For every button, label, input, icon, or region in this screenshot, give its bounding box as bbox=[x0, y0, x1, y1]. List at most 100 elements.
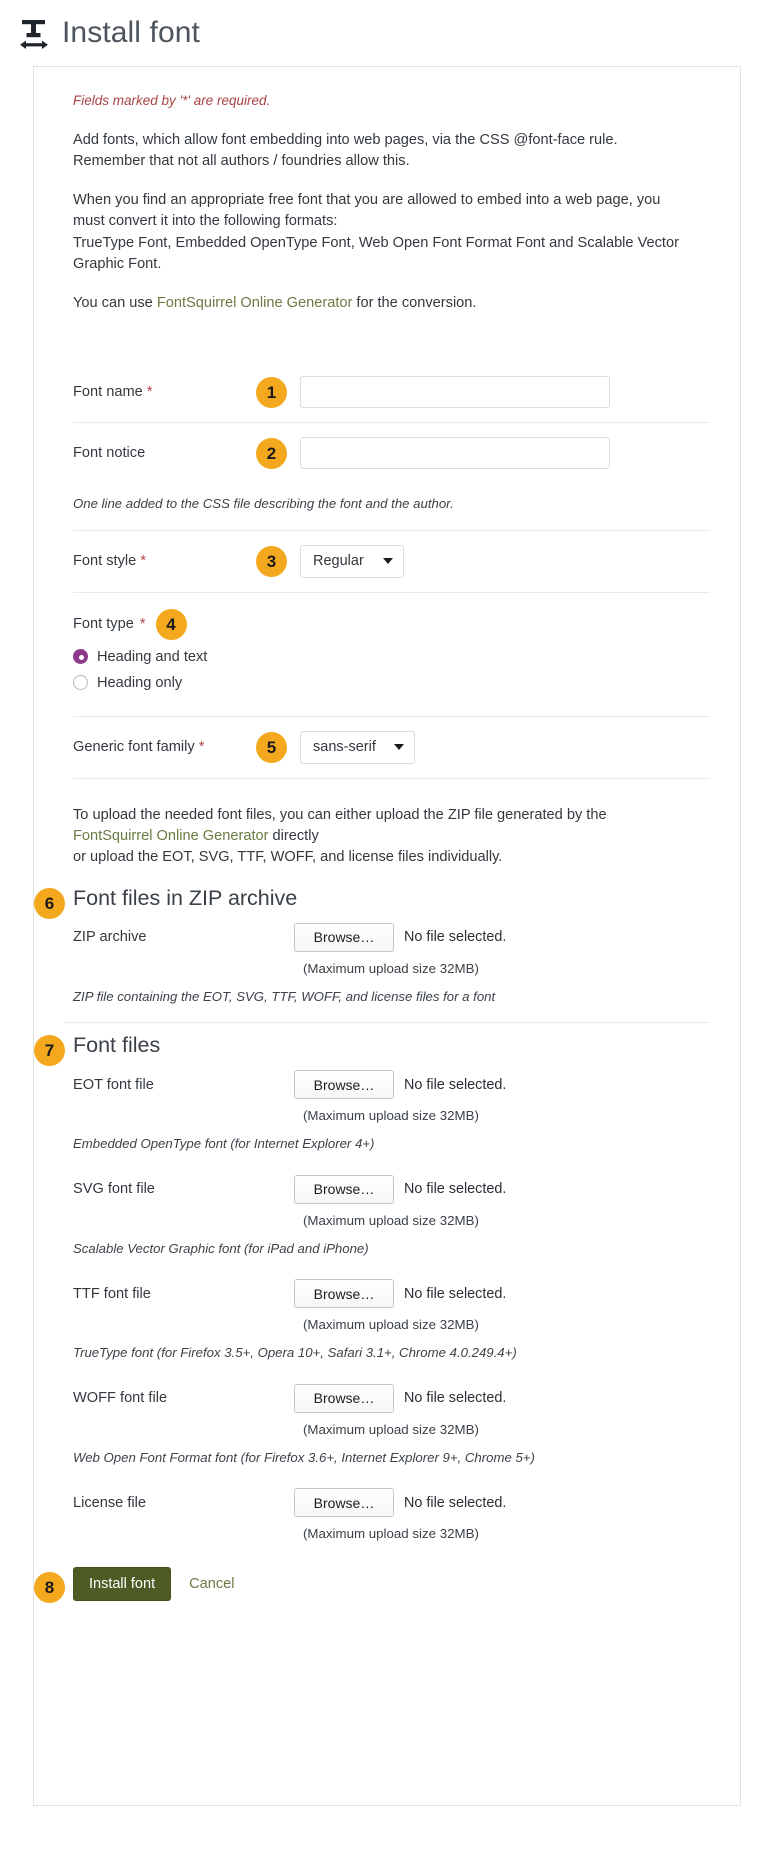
form-row-font-style: Font style * 3 Regular bbox=[64, 531, 710, 592]
font-files-section-heading: 7 Font files bbox=[73, 1033, 710, 1059]
badge-5: 5 bbox=[256, 732, 287, 763]
intro-p1-line2: Remember that not all authors / foundrie… bbox=[73, 153, 410, 169]
upload-intro-line2-suffix: directly bbox=[269, 828, 319, 844]
license-file-status: No file selected. bbox=[404, 1495, 506, 1511]
upload-intro-line1: To upload the needed font files, you can… bbox=[73, 807, 607, 823]
woff-help: Web Open Font Format font (for Firefox 3… bbox=[73, 1449, 710, 1467]
zip-section-heading: 6 Font files in ZIP archive bbox=[73, 886, 710, 912]
font-type-label: Font type * 4 bbox=[64, 593, 710, 640]
license-browse-button[interactable]: Browse… bbox=[294, 1488, 394, 1517]
install-font-card: Fields marked by '*' are required. Add f… bbox=[33, 66, 741, 1806]
font-name-label: Font name * bbox=[64, 384, 264, 400]
radio-label-heading-and-text: Heading and text bbox=[97, 649, 207, 665]
file-row-svg: SVG font file Browse… No file selected. bbox=[64, 1170, 710, 1209]
font-name-input[interactable] bbox=[300, 376, 610, 408]
woff-font-file-label: WOFF font file bbox=[64, 1390, 294, 1406]
fontsquirrel-generator-link[interactable]: FontSquirrel Online Generator bbox=[157, 295, 353, 311]
required-fields-note: Fields marked by '*' are required. bbox=[73, 93, 710, 108]
eot-file-status: No file selected. bbox=[404, 1077, 506, 1093]
intro-paragraph-1: Add fonts, which allow font embedding in… bbox=[73, 130, 710, 172]
font-notice-help: One line added to the CSS file describin… bbox=[73, 495, 710, 513]
file-row-zip-archive: ZIP archive Browse… No file selected. bbox=[64, 918, 710, 957]
file-row-license: License file Browse… No file selected. bbox=[64, 1483, 710, 1522]
form-row-font-notice: Font notice 2 bbox=[64, 423, 710, 483]
form-group-font-type: Font type * 4 Heading and text Heading o… bbox=[64, 593, 710, 716]
intro-p3-prefix: You can use bbox=[73, 295, 157, 311]
woff-browse-button[interactable]: Browse… bbox=[294, 1384, 394, 1413]
intro-p2-line4: Graphic Font. bbox=[73, 256, 161, 272]
file-row-woff: WOFF font file Browse… No file selected. bbox=[64, 1379, 710, 1418]
svg-font-file-label: SVG font file bbox=[64, 1181, 294, 1197]
ttf-help: TrueType font (for Firefox 3.5+, Opera 1… bbox=[73, 1344, 710, 1362]
ttf-file-status: No file selected. bbox=[404, 1286, 506, 1302]
zip-archive-file-status: No file selected. bbox=[404, 929, 506, 945]
badge-3: 3 bbox=[256, 546, 287, 577]
badge-8: 8 bbox=[34, 1572, 65, 1603]
radio-indicator-unchecked[interactable] bbox=[73, 675, 88, 690]
generic-font-family-label-text: Generic font family bbox=[73, 739, 195, 755]
page-header: Install font bbox=[0, 0, 761, 58]
intro-paragraph-3: You can use FontSquirrel Online Generato… bbox=[73, 293, 710, 314]
form-row-generic-font-family: Generic font family * 5 sans-serif bbox=[64, 717, 710, 778]
font-style-label-text: Font style bbox=[73, 553, 136, 569]
intro-p2-line3: TrueType Font, Embedded OpenType Font, W… bbox=[73, 235, 679, 251]
font-name-required-marker: * bbox=[147, 384, 153, 400]
eot-font-file-label: EOT font file bbox=[64, 1077, 294, 1093]
eot-maxsize-note: (Maximum upload size 32MB) bbox=[303, 1108, 710, 1123]
ttf-font-file-label: TTF font file bbox=[64, 1286, 294, 1302]
cancel-link[interactable]: Cancel bbox=[189, 1576, 234, 1592]
intro-paragraph-2: When you find an appropriate free font t… bbox=[73, 190, 710, 275]
file-row-ttf: TTF font file Browse… No file selected. bbox=[64, 1274, 710, 1313]
divider-6 bbox=[64, 1022, 710, 1023]
generic-font-family-label: Generic font family * bbox=[64, 739, 264, 755]
eot-help: Embedded OpenType font (for Internet Exp… bbox=[73, 1135, 710, 1153]
upload-intro-paragraph: To upload the needed font files, you can… bbox=[73, 805, 710, 868]
font-style-selected-value: Regular bbox=[313, 553, 364, 569]
install-font-button[interactable]: Install font bbox=[73, 1567, 171, 1601]
font-type-label-text: Font type bbox=[73, 616, 134, 632]
svg-help: Scalable Vector Graphic font (for iPad a… bbox=[73, 1240, 710, 1258]
intro-p2-line2: must convert it into the following forma… bbox=[73, 213, 337, 229]
chevron-down-icon bbox=[383, 558, 393, 564]
ttf-browse-button[interactable]: Browse… bbox=[294, 1279, 394, 1308]
page-title: Install font bbox=[62, 18, 200, 51]
upload-intro-line3: or upload the EOT, SVG, TTF, WOFF, and l… bbox=[73, 849, 502, 865]
zip-section-heading-text: Font files in ZIP archive bbox=[73, 886, 297, 910]
generic-font-family-selected-value: sans-serif bbox=[313, 739, 376, 755]
intro-p2-line1: When you find an appropriate free font t… bbox=[73, 192, 660, 208]
svg-file-status: No file selected. bbox=[404, 1181, 506, 1197]
font-type-radio-group: Heading and text Heading only bbox=[73, 644, 710, 696]
badge-1: 1 bbox=[256, 377, 287, 408]
font-style-select[interactable]: Regular bbox=[300, 545, 404, 578]
zip-archive-browse-button[interactable]: Browse… bbox=[294, 923, 394, 952]
file-row-eot: EOT font file Browse… No file selected. bbox=[64, 1065, 710, 1104]
badge-2: 2 bbox=[256, 438, 287, 469]
zip-archive-help: ZIP file containing the EOT, SVG, TTF, W… bbox=[73, 988, 710, 1006]
radio-option-heading-only[interactable]: Heading only bbox=[73, 670, 710, 696]
radio-option-heading-and-text[interactable]: Heading and text bbox=[73, 644, 710, 670]
zip-archive-maxsize-note: (Maximum upload size 32MB) bbox=[303, 961, 710, 976]
font-files-section-heading-text: Font files bbox=[73, 1033, 160, 1057]
chevron-down-icon bbox=[394, 744, 404, 750]
intro-p1-line1: Add fonts, which allow font embedding in… bbox=[73, 132, 618, 148]
radio-label-heading-only: Heading only bbox=[97, 675, 182, 691]
woff-file-status: No file selected. bbox=[404, 1390, 506, 1406]
generic-font-family-required-marker: * bbox=[199, 739, 205, 755]
font-notice-input[interactable] bbox=[300, 437, 610, 469]
font-notice-label: Font notice bbox=[64, 445, 264, 461]
font-type-required-marker: * bbox=[140, 616, 146, 632]
svg-maxsize-note: (Maximum upload size 32MB) bbox=[303, 1213, 710, 1228]
woff-maxsize-note: (Maximum upload size 32MB) bbox=[303, 1422, 710, 1437]
font-name-label-text: Font name bbox=[73, 384, 143, 400]
svg-browse-button[interactable]: Browse… bbox=[294, 1175, 394, 1204]
fontsquirrel-generator-link-2[interactable]: FontSquirrel Online Generator bbox=[73, 828, 269, 844]
badge-4: 4 bbox=[156, 609, 187, 640]
font-style-required-marker: * bbox=[140, 553, 146, 569]
radio-indicator-checked[interactable] bbox=[73, 649, 88, 664]
font-style-label: Font style * bbox=[64, 553, 264, 569]
license-maxsize-note: (Maximum upload size 32MB) bbox=[303, 1526, 710, 1541]
form-row-font-name: Font name * 1 bbox=[64, 362, 710, 422]
generic-font-family-select[interactable]: sans-serif bbox=[300, 731, 415, 764]
intro-p3-suffix: for the conversion. bbox=[352, 295, 476, 311]
eot-browse-button[interactable]: Browse… bbox=[294, 1070, 394, 1099]
